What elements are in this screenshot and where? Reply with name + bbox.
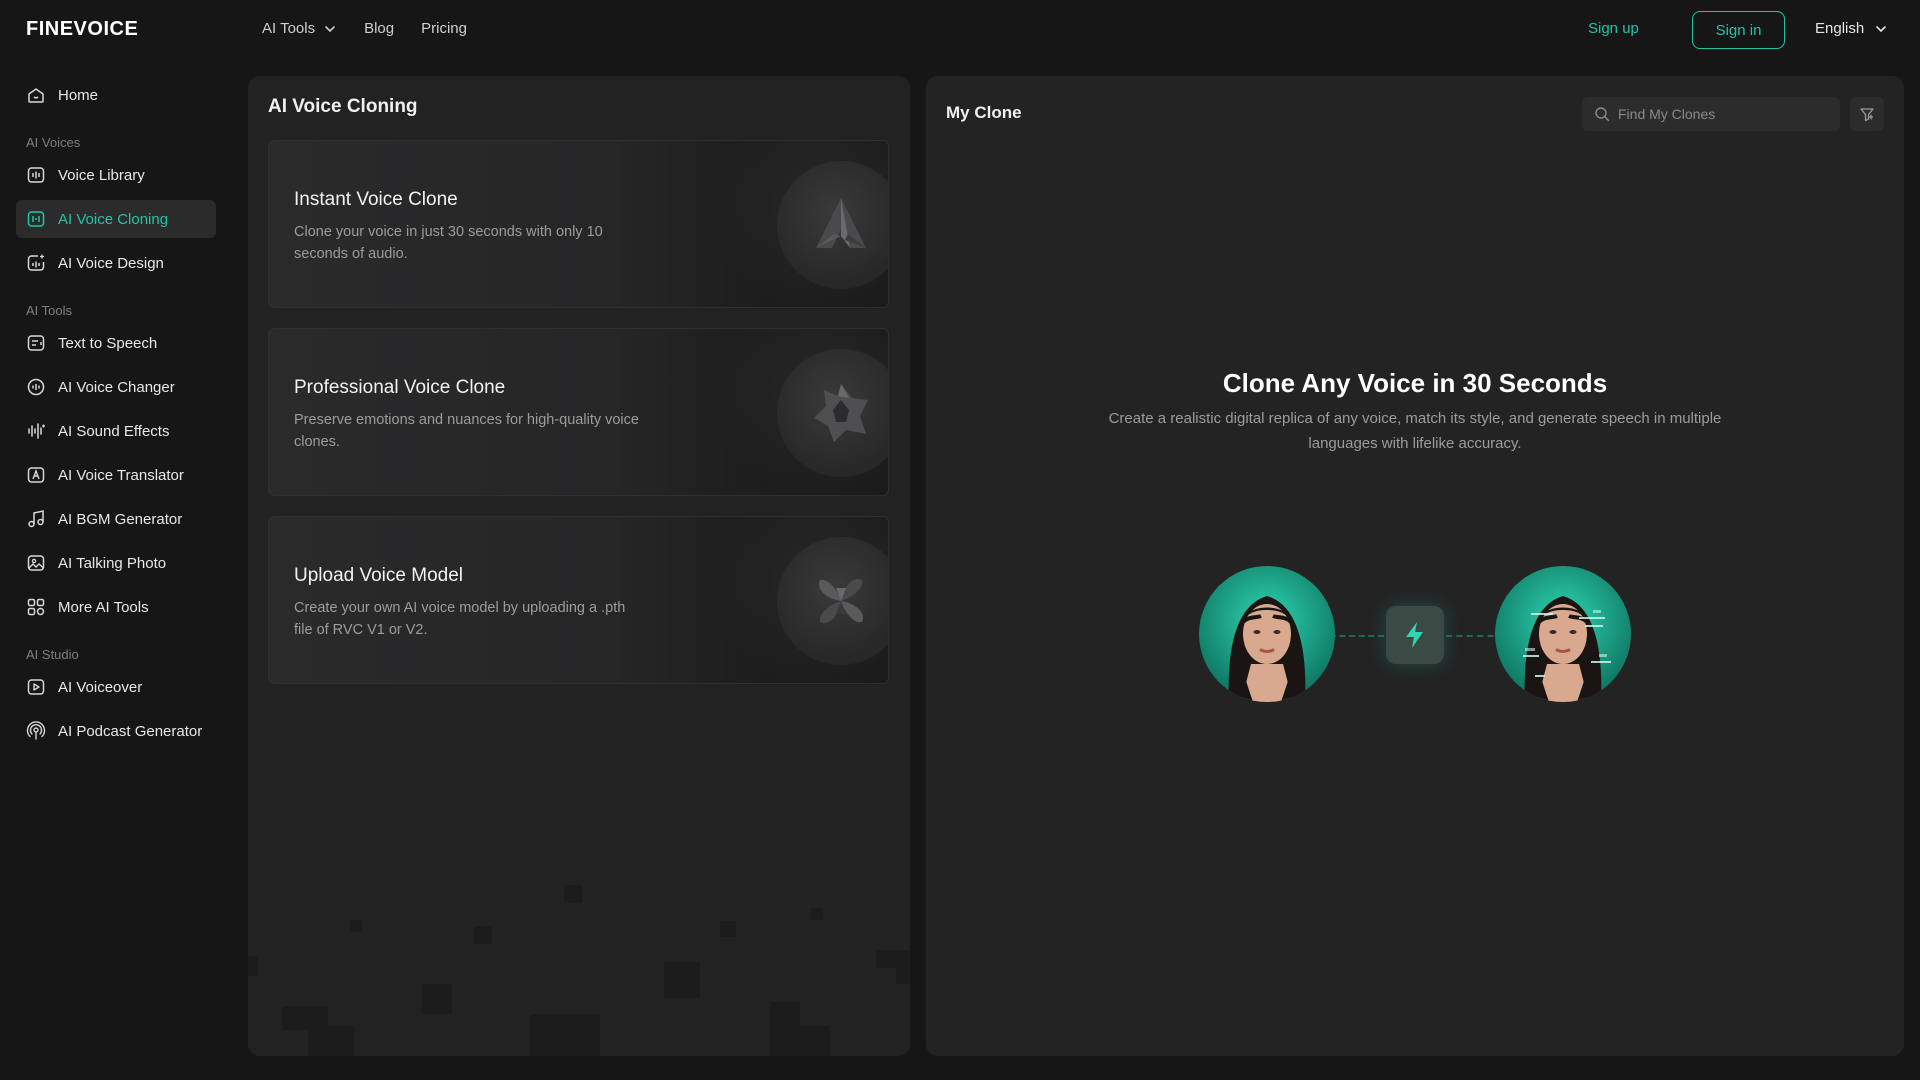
sidebar-group-ai-tools: AI Tools	[26, 302, 73, 318]
sidebar-item-ai-voice-cloning[interactable]: AI Voice Cloning	[16, 200, 216, 238]
sound-effects-icon	[28, 423, 45, 439]
source-voice-avatar	[1199, 566, 1335, 702]
search-box	[1582, 97, 1840, 131]
sidebar-item-label: AI Voice Changer	[58, 378, 175, 396]
card-title: Professional Voice Clone	[294, 377, 506, 398]
my-clone-title: My Clone	[946, 103, 1022, 122]
filter-button[interactable]	[1850, 97, 1884, 131]
professional-voice-clone-card[interactable]: Professional Voice Clone Preserve emotio…	[268, 328, 889, 496]
filter-icon	[1860, 108, 1874, 122]
main-nav: AI Tools Blog Pricing	[262, 20, 467, 37]
sidebar-item-label: AI Talking Photo	[58, 554, 167, 572]
nav-blog[interactable]: Blog	[364, 20, 394, 37]
voice-cloning-panel: AI Voice Cloning Instant Voice Clone Clo…	[248, 76, 910, 1056]
sidebar-item-home[interactable]: Home	[16, 76, 216, 114]
card-title: Upload Voice Model	[294, 565, 463, 586]
sidebar-item-ai-podcast-generator[interactable]: AI Podcast Generator	[16, 712, 216, 750]
sidebar: Home AI Voices Voice Library AI Voice Cl…	[16, 76, 216, 756]
sidebar-item-label: More AI Tools	[58, 598, 149, 616]
sidebar-item-ai-bgm-generator[interactable]: AI BGM Generator	[16, 500, 216, 538]
music-note-icon	[28, 510, 44, 528]
home-icon	[28, 88, 44, 103]
voice-translator-icon	[27, 467, 45, 483]
sidebar-item-ai-voice-design[interactable]: AI Voice Design	[16, 244, 216, 282]
sidebar-item-ai-voiceover[interactable]: AI Voiceover	[16, 668, 216, 706]
language-selector[interactable]: English	[1815, 20, 1888, 37]
logo[interactable]: FINEVOICE	[26, 18, 138, 41]
nav-ai-tools-label: AI Tools	[262, 20, 316, 37]
voice-design-icon	[27, 254, 45, 271]
voice-library-icon	[27, 167, 45, 183]
sidebar-group-ai-voices: AI Voices	[26, 134, 81, 150]
search-icon	[1595, 107, 1610, 122]
sidebar-item-label: AI Podcast Generator	[58, 722, 203, 740]
upload-voice-model-card[interactable]: Upload Voice Model Create your own AI vo…	[268, 516, 889, 684]
card-description: Create your own AI voice model by upload…	[294, 600, 626, 638]
sidebar-item-ai-sound-effects[interactable]: AI Sound Effects	[16, 412, 216, 450]
card-title: Instant Voice Clone	[294, 189, 458, 210]
voiceover-icon	[27, 679, 45, 695]
language-label: English	[1815, 20, 1865, 37]
sidebar-item-more-ai-tools[interactable]: More AI Tools	[16, 588, 216, 626]
voice-cloning-icon	[27, 211, 45, 227]
sidebar-item-text-to-speech[interactable]: Text to Speech	[16, 324, 216, 362]
search-input[interactable]	[1618, 106, 1818, 122]
sidebar-item-voice-library[interactable]: Voice Library	[16, 156, 216, 194]
chevron-down-icon	[325, 25, 335, 32]
pixel-decoration	[248, 885, 910, 1056]
nav-ai-tools[interactable]: AI Tools	[262, 20, 337, 37]
sidebar-item-label: AI Voice Translator	[58, 466, 184, 484]
text-to-speech-icon	[27, 335, 45, 351]
voice-changer-icon	[27, 378, 45, 396]
cloned-voice-avatar	[1495, 566, 1631, 702]
sidebar-item-ai-voice-translator[interactable]: AI Voice Translator	[16, 456, 216, 494]
panel-title: AI Voice Cloning	[268, 96, 418, 117]
instant-voice-clone-card[interactable]: Instant Voice Clone Clone your voice in …	[268, 140, 889, 308]
hero-title: Clone Any Voice in 30 Seconds	[1222, 368, 1608, 398]
sidebar-item-label: AI Voiceover	[58, 678, 143, 696]
chevron-down-icon	[1876, 25, 1887, 32]
sidebar-item-label: Voice Library	[58, 166, 145, 184]
sidebar-item-label: Text to Speech	[58, 334, 158, 352]
sidebar-item-label: Home	[58, 86, 99, 104]
top-navbar: FINEVOICE AI Tools Blog Pricing Sign up …	[0, 0, 1920, 60]
card-description: Preserve emotions and nuances for high-q…	[294, 412, 639, 450]
sidebar-item-label: AI Voice Design	[58, 254, 164, 272]
sign-in-button[interactable]: Sign in	[1692, 11, 1785, 49]
sidebar-item-label: AI Sound Effects	[58, 422, 170, 440]
my-clone-panel: My Clone Clone Any Voice in 30 Seconds C…	[926, 76, 1904, 1056]
talking-photo-icon	[27, 555, 45, 571]
lightning-bolt-icon	[1386, 606, 1444, 664]
hero-description: Create a realistic digital replica of an…	[1108, 410, 1722, 452]
sign-up-button[interactable]: Sign up	[1588, 20, 1639, 37]
sidebar-item-ai-voice-changer[interactable]: AI Voice Changer	[16, 368, 216, 406]
sidebar-item-label: AI Voice Cloning	[58, 210, 169, 228]
sidebar-item-label: AI BGM Generator	[58, 510, 183, 528]
podcast-icon	[26, 721, 46, 740]
nav-pricing[interactable]: Pricing	[421, 20, 467, 37]
sidebar-item-ai-talking-photo[interactable]: AI Talking Photo	[16, 544, 216, 582]
card-description: Clone your voice in just 30 seconds with…	[294, 224, 603, 262]
sidebar-group-ai-studio: AI Studio	[26, 646, 79, 662]
grid-icon	[27, 598, 45, 616]
